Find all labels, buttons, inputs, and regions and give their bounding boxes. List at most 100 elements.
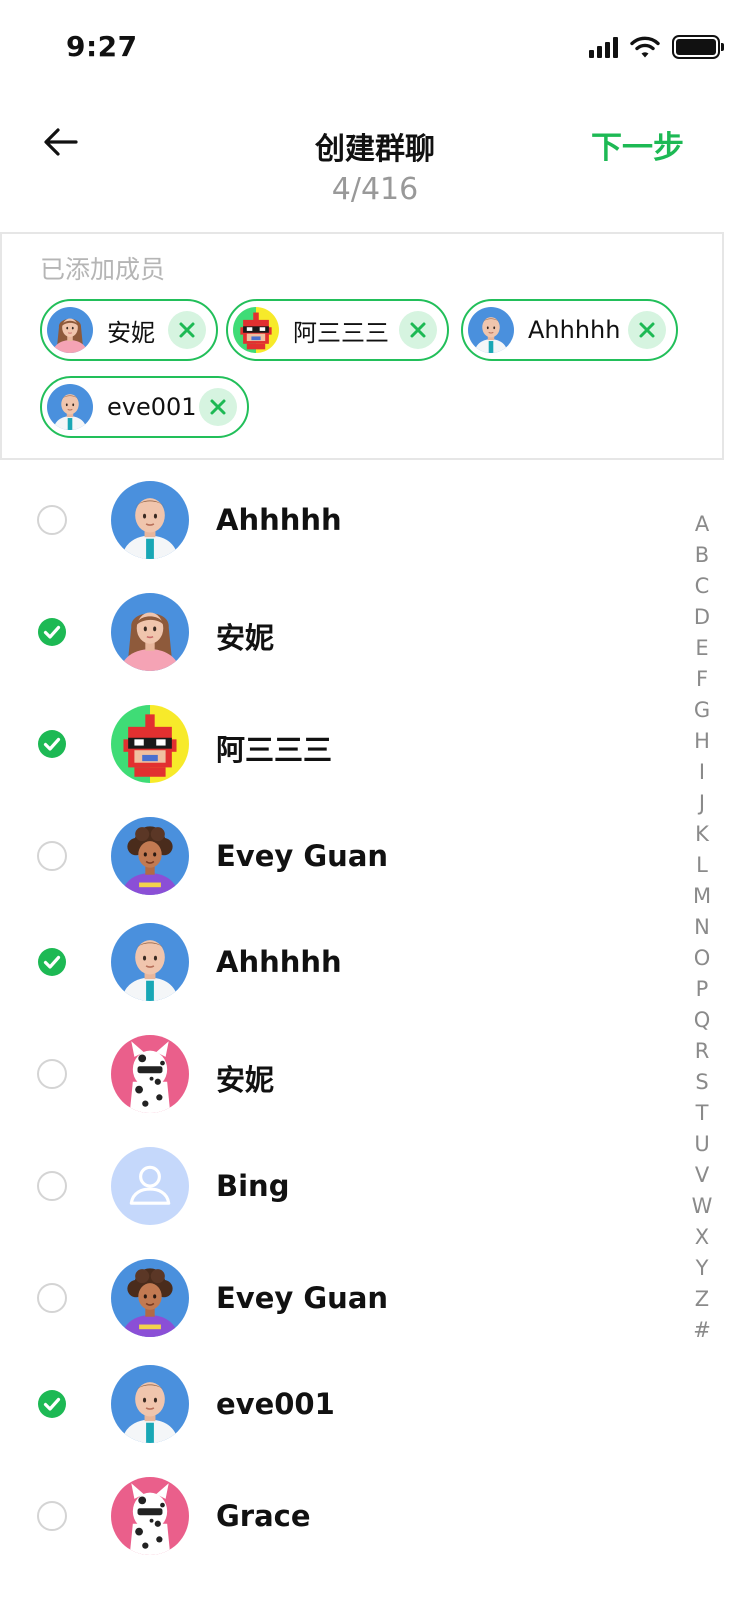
avatar-curly-3d <box>111 817 189 895</box>
unchecked-checkbox[interactable] <box>37 841 67 871</box>
remove-member-button[interactable] <box>199 388 237 426</box>
alphabet-index-letter[interactable]: F <box>680 664 724 695</box>
contact-row[interactable]: Evey Guan <box>0 1248 680 1348</box>
avatar-man-3d <box>111 481 189 559</box>
navigation-bar: 创建群聊 4/416 下一步 <box>0 108 750 218</box>
alphabet-index-letter[interactable]: O <box>680 943 724 974</box>
alphabet-index-letter[interactable]: E <box>680 633 724 664</box>
contact-row[interactable]: Ahhhhh <box>0 470 680 570</box>
avatar-man-3d <box>47 384 93 430</box>
alphabet-index-letter[interactable]: M <box>680 881 724 912</box>
battery-icon <box>672 35 724 59</box>
checked-checkbox-icon[interactable] <box>37 1389 67 1419</box>
alphabet-index-letter[interactable]: # <box>680 1315 724 1346</box>
added-member-name: Ahhhhh <box>528 316 621 344</box>
added-member-chip[interactable]: 安妮 <box>40 299 218 361</box>
contact-name: 安妮 <box>216 1063 275 1097</box>
alphabet-index-letter[interactable]: V <box>680 1160 724 1191</box>
contact-row[interactable]: 安妮 <box>0 582 680 682</box>
alphabet-index-letter[interactable]: I <box>680 757 724 788</box>
close-icon <box>179 322 195 338</box>
checked-checkbox-icon[interactable] <box>37 617 67 647</box>
alphabet-index-letter[interactable]: T <box>680 1098 724 1129</box>
contact-row[interactable]: Ahhhhh <box>0 912 680 1012</box>
avatar-woman-3d <box>47 307 93 353</box>
added-member-name: 安妮 <box>107 318 155 347</box>
contact-name: Grace <box>216 1499 311 1533</box>
alphabet-index-letter[interactable]: W <box>680 1191 724 1222</box>
avatar-curly-3d <box>111 1259 189 1337</box>
avatar-placeholder <box>111 1147 189 1225</box>
added-members-panel: 已添加成员 安妮 阿三三三 Ahhhhh eve001 <box>0 232 724 460</box>
contact-row[interactable]: Evey Guan <box>0 806 680 906</box>
alphabet-index-letter[interactable]: U <box>680 1129 724 1160</box>
contact-name: Evey Guan <box>216 1281 389 1315</box>
alphabet-index[interactable]: A B C D E F G H I J K L M N O P Q R S T U V W X Y Z # <box>680 509 724 1346</box>
alphabet-index-letter[interactable]: L <box>680 850 724 881</box>
status-time: 9:27 <box>66 30 138 63</box>
create-group-chat-screen: 9:27 创建群聊 4/416 下一步 已添加成员 安妮 阿三三三 Ahhhhh ev… <box>0 0 750 1624</box>
remove-member-button[interactable] <box>168 311 206 349</box>
avatar-pixel-hero <box>233 307 279 353</box>
alphabet-index-letter[interactable]: S <box>680 1067 724 1098</box>
alphabet-index-letter[interactable]: X <box>680 1222 724 1253</box>
contact-name: eve001 <box>216 1387 335 1421</box>
alphabet-index-letter[interactable]: B <box>680 540 724 571</box>
close-icon <box>639 322 655 338</box>
contact-row[interactable]: Bing <box>0 1136 680 1236</box>
added-member-name: 阿三三三 <box>293 318 389 347</box>
alphabet-index-letter[interactable]: D <box>680 602 724 633</box>
alphabet-index-letter[interactable]: R <box>680 1036 724 1067</box>
next-step-button[interactable]: 下一步 <box>591 122 684 167</box>
unchecked-checkbox[interactable] <box>37 1171 67 1201</box>
avatar-woman-3d <box>111 593 189 671</box>
alphabet-index-letter[interactable]: P <box>680 974 724 1005</box>
close-icon <box>210 399 226 415</box>
alphabet-index-letter[interactable]: Z <box>680 1284 724 1315</box>
unchecked-checkbox[interactable] <box>37 1283 67 1313</box>
avatar-man-3d <box>111 923 189 1001</box>
unchecked-checkbox[interactable] <box>37 1059 67 1089</box>
unchecked-checkbox[interactable] <box>37 505 67 535</box>
avatar-pixel-hero <box>111 705 189 783</box>
status-icons <box>589 32 724 62</box>
checked-checkbox-icon[interactable] <box>37 947 67 977</box>
alphabet-index-letter[interactable]: N <box>680 912 724 943</box>
alphabet-index-letter[interactable]: Y <box>680 1253 724 1284</box>
avatar-man-3d <box>468 307 514 353</box>
added-member-chip[interactable]: 阿三三三 <box>226 299 449 361</box>
status-bar: 9:27 <box>0 0 750 96</box>
selection-count: 4/416 <box>331 172 419 207</box>
alphabet-index-letter[interactable]: J <box>680 788 724 819</box>
contact-name: Ahhhhh <box>216 503 342 537</box>
alphabet-index-letter[interactable]: H <box>680 726 724 757</box>
contact-name: 安妮 <box>216 621 275 655</box>
contact-row[interactable]: 安妮 <box>0 1024 680 1124</box>
contact-row[interactable]: 阿三三三 <box>0 694 680 794</box>
contact-row[interactable]: Grace <box>0 1466 680 1566</box>
wifi-icon <box>630 36 660 58</box>
contact-name: 阿三三三 <box>216 733 333 767</box>
remove-member-button[interactable] <box>399 311 437 349</box>
close-icon <box>410 322 426 338</box>
alphabet-index-letter[interactable]: A <box>680 509 724 540</box>
checked-checkbox-icon[interactable] <box>37 729 67 759</box>
added-member-chip[interactable]: eve001 <box>40 376 249 438</box>
added-member-chip[interactable]: Ahhhhh <box>461 299 678 361</box>
alphabet-index-letter[interactable]: Q <box>680 1005 724 1036</box>
contact-name: Evey Guan <box>216 839 389 873</box>
added-member-name: eve001 <box>107 393 197 421</box>
contact-row[interactable]: eve001 <box>0 1354 680 1454</box>
contact-name: Bing <box>216 1169 290 1203</box>
alphabet-index-letter[interactable]: G <box>680 695 724 726</box>
alphabet-index-letter[interactable]: K <box>680 819 724 850</box>
avatar-cat-pink <box>111 1035 189 1113</box>
avatar-man-3d <box>111 1365 189 1443</box>
remove-member-button[interactable] <box>628 311 666 349</box>
added-members-title: 已添加成员 <box>40 255 166 284</box>
avatar-cat-pink <box>111 1477 189 1555</box>
alphabet-index-letter[interactable]: C <box>680 571 724 602</box>
contact-name: Ahhhhh <box>216 945 342 979</box>
unchecked-checkbox[interactable] <box>37 1501 67 1531</box>
cellular-signal-icon <box>589 36 618 58</box>
